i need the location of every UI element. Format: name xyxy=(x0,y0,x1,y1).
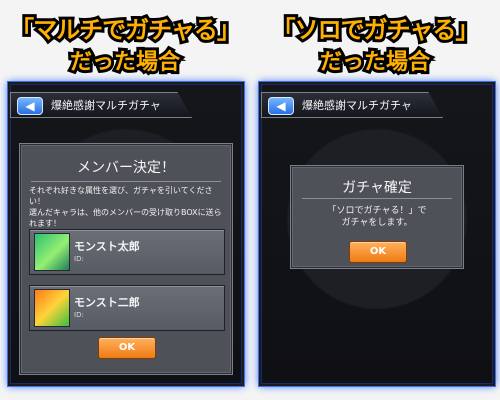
left-screen: ◀ 爆絶感謝マルチガチャ メンバー決定！ それぞれ好きな属性を選び、ガチャを引い… xyxy=(8,82,244,386)
member-name: モンスト太郎 xyxy=(74,240,140,253)
ok-button[interactable]: OK xyxy=(98,337,156,359)
member-dialog: メンバー決定！ それぞれ好きな属性を選び、ガチャを引いてください！ 選んだキャラ… xyxy=(20,144,232,374)
top-bar: ◀ 爆絶感謝マルチガチャ xyxy=(261,92,443,118)
member-card-1[interactable]: モンスト太郎 ID: xyxy=(29,229,225,275)
topbar-title: 爆絶感謝マルチガチャ xyxy=(51,99,161,112)
left-heading: 「マルチでガチャる」 xyxy=(7,13,244,47)
divider xyxy=(302,198,452,199)
dialog-title: メンバー決定！ xyxy=(77,160,175,176)
member-avatar-icon xyxy=(34,233,70,271)
back-arrow-icon[interactable]: ◀ xyxy=(268,97,294,115)
member-avatar-icon xyxy=(34,289,70,327)
dialog-body: それぞれ好きな属性を選び、ガチャを引いてください！ 選んだキャラは、他のメンバー… xyxy=(29,186,222,228)
top-bar: ◀ 爆絶感謝マルチガチャ xyxy=(10,92,192,118)
right-screen: ◀ 爆絶感謝マルチガチャ ガチャ確定 「ソロでガチャる！」で ガチャをします。 … xyxy=(259,82,495,386)
member-name: モンスト二郎 xyxy=(74,296,140,309)
member-card-2[interactable]: モンスト二郎 ID: xyxy=(29,285,225,331)
member-id-label: ID: xyxy=(74,311,84,319)
dialog-title: ガチャ確定 xyxy=(342,180,412,196)
right-subheading: だった場合 xyxy=(317,47,433,78)
dialog-body: 「ソロでガチャる！」で ガチャをします。 xyxy=(327,206,427,228)
member-id-label: ID: xyxy=(74,255,84,263)
right-heading: 「ソロでガチャる」 xyxy=(269,13,483,47)
left-subheading: だった場合 xyxy=(67,47,183,78)
divider xyxy=(31,181,221,182)
confirm-dialog: ガチャ確定 「ソロでガチャる！」で ガチャをします。 OK xyxy=(291,166,463,268)
topbar-title: 爆絶感謝マルチガチャ xyxy=(302,99,412,112)
ok-button[interactable]: OK xyxy=(349,241,407,263)
back-arrow-icon[interactable]: ◀ xyxy=(17,97,43,115)
